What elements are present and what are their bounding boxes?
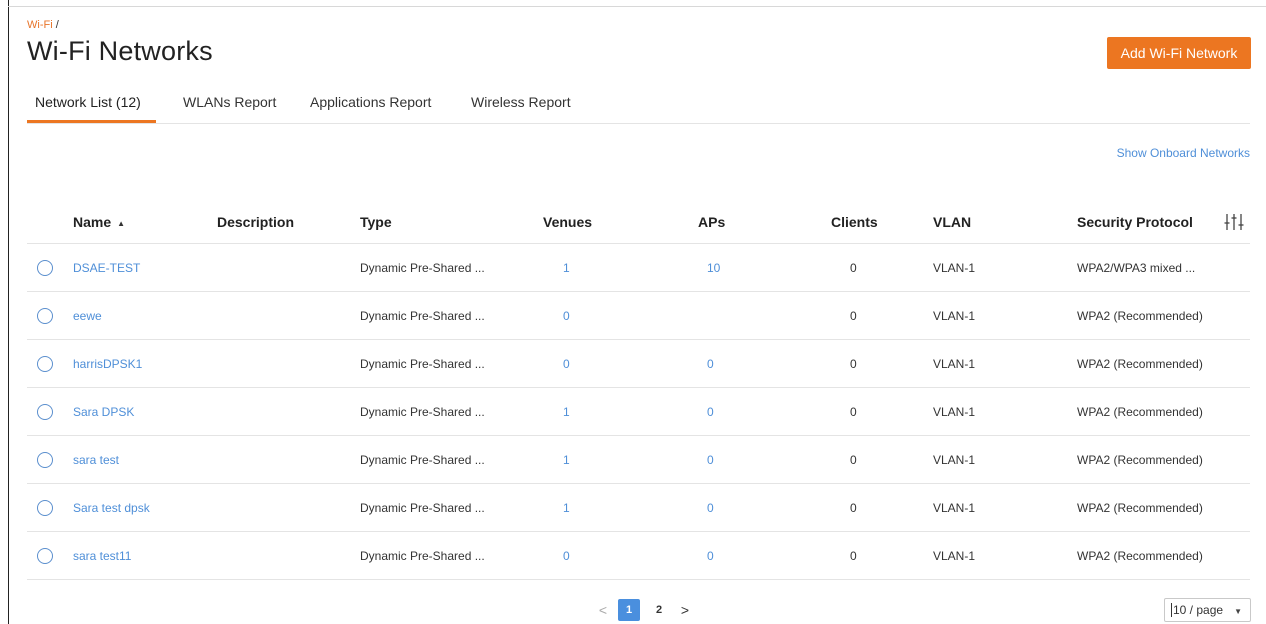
breadcrumb: Wi-Fi / xyxy=(27,19,59,31)
table-row[interactable]: sara test11 Dynamic Pre-Shared ... 0 0 0 VLAN… xyxy=(27,532,1250,580)
cell-clients: 0 xyxy=(850,261,857,275)
cell-venues[interactable]: 1 xyxy=(563,501,570,515)
cell-aps[interactable]: 0 xyxy=(707,453,714,467)
page-1-button[interactable]: 1 xyxy=(618,599,640,621)
cell-venues[interactable]: 1 xyxy=(563,453,570,467)
tab-wireless-report[interactable]: Wireless Report xyxy=(471,94,571,110)
cell-vlan: VLAN-1 xyxy=(933,405,976,419)
cell-type: Dynamic Pre-Shared ... xyxy=(360,357,485,371)
cell-name[interactable]: DSAE-TEST xyxy=(73,261,140,275)
previous-page-icon[interactable]: < xyxy=(596,602,610,618)
cell-venues[interactable]: 1 xyxy=(563,405,570,419)
column-settings-icon[interactable] xyxy=(1223,212,1245,232)
row-select-radio[interactable] xyxy=(37,260,53,276)
row-select-radio[interactable] xyxy=(37,452,53,468)
cell-clients: 0 xyxy=(850,549,857,563)
cell-clients: 0 xyxy=(850,357,857,371)
cell-vlan: VLAN-1 xyxy=(933,357,976,371)
row-select-radio[interactable] xyxy=(37,500,53,516)
cell-security-protocol: WPA2 (Recommended) xyxy=(1077,453,1203,467)
breadcrumb-wifi-link[interactable]: Wi-Fi xyxy=(27,19,53,31)
cell-name[interactable]: sara test xyxy=(73,453,119,467)
cell-aps[interactable]: 0 xyxy=(707,405,714,419)
cell-clients: 0 xyxy=(850,405,857,419)
cell-aps[interactable]: 0 xyxy=(707,549,714,563)
sort-ascending-icon[interactable]: ▲ xyxy=(117,219,125,228)
table-row[interactable]: eewe Dynamic Pre-Shared ... 0 0 VLAN-1 WPA2 (… xyxy=(27,292,1250,340)
table-row[interactable]: Sara test dpsk Dynamic Pre-Shared ... 1 0 0 V… xyxy=(27,484,1250,532)
cell-type: Dynamic Pre-Shared ... xyxy=(360,261,485,275)
cell-aps[interactable]: 10 xyxy=(707,261,720,275)
row-select-radio[interactable] xyxy=(37,308,53,324)
table-row[interactable]: sara test Dynamic Pre-Shared ... 1 0 0 VLAN-1… xyxy=(27,436,1250,484)
tab-network-list[interactable]: Network List (12) xyxy=(35,94,141,110)
cell-clients: 0 xyxy=(850,453,857,467)
cell-security-protocol: WPA2 (Recommended) xyxy=(1077,405,1203,419)
column-header-venues[interactable]: Venues xyxy=(543,214,592,230)
active-tab-indicator xyxy=(27,120,156,123)
cell-name[interactable]: eewe xyxy=(73,309,102,323)
tab-applications-report[interactable]: Applications Report xyxy=(310,94,431,110)
cell-type: Dynamic Pre-Shared ... xyxy=(360,309,485,323)
cell-vlan: VLAN-1 xyxy=(933,453,976,467)
breadcrumb-separator: / xyxy=(52,19,59,31)
window-left-border xyxy=(8,0,9,624)
next-page-icon[interactable]: > xyxy=(678,602,692,618)
page-size-select[interactable]: 10 / page ▼ xyxy=(1164,598,1251,622)
row-select-radio[interactable] xyxy=(37,356,53,372)
table-row[interactable]: DSAE-TEST Dynamic Pre-Shared ... 1 10 0 VLAN-… xyxy=(27,244,1250,292)
column-header-security-protocol[interactable]: Security Protocol xyxy=(1077,214,1193,230)
column-header-name[interactable]: Name ▲ xyxy=(73,214,125,230)
page-2-button[interactable]: 2 xyxy=(648,599,670,621)
page-size-value: 10 / page xyxy=(1173,603,1224,617)
cell-name[interactable]: Sara test dpsk xyxy=(73,501,150,515)
cell-type: Dynamic Pre-Shared ... xyxy=(360,453,485,467)
chevron-down-icon: ▼ xyxy=(1234,607,1242,616)
row-select-radio[interactable] xyxy=(37,548,53,564)
cell-security-protocol: WPA2/WPA3 mixed ... xyxy=(1077,261,1196,275)
cell-security-protocol: WPA2 (Recommended) xyxy=(1077,357,1203,371)
cell-venues[interactable]: 1 xyxy=(563,261,570,275)
cell-vlan: VLAN-1 xyxy=(933,309,976,323)
column-header-vlan[interactable]: VLAN xyxy=(933,214,971,230)
cell-type: Dynamic Pre-Shared ... xyxy=(360,405,485,419)
show-onboard-networks-link[interactable]: Show Onboard Networks xyxy=(1117,146,1250,160)
cell-type: Dynamic Pre-Shared ... xyxy=(360,501,485,515)
pagination: < 1 2 > xyxy=(596,599,692,621)
cell-name[interactable]: sara test11 xyxy=(73,549,131,563)
cell-security-protocol: WPA2 (Recommended) xyxy=(1077,309,1203,323)
cell-type: Dynamic Pre-Shared ... xyxy=(360,549,485,563)
text-cursor xyxy=(1171,603,1172,617)
window-top-border xyxy=(8,6,1266,7)
table-row[interactable]: Sara DPSK Dynamic Pre-Shared ... 1 0 0 VLAN-1… xyxy=(27,388,1250,436)
table-header: Name ▲ Description Type Venues APs Client… xyxy=(27,200,1250,244)
cell-aps[interactable]: 0 xyxy=(707,357,714,371)
cell-name[interactable]: harrisDPSK1 xyxy=(73,357,142,371)
add-wifi-network-button[interactable]: Add Wi-Fi Network xyxy=(1107,37,1251,69)
column-header-type[interactable]: Type xyxy=(360,214,392,230)
column-header-clients[interactable]: Clients xyxy=(831,214,878,230)
row-select-radio[interactable] xyxy=(37,404,53,420)
page-title: Wi-Fi Networks xyxy=(27,36,213,66)
column-header-aps[interactable]: APs xyxy=(698,214,725,230)
cell-clients: 0 xyxy=(850,501,857,515)
cell-security-protocol: WPA2 (Recommended) xyxy=(1077,549,1203,563)
cell-venues[interactable]: 0 xyxy=(563,357,570,371)
cell-vlan: VLAN-1 xyxy=(933,261,976,275)
cell-security-protocol: WPA2 (Recommended) xyxy=(1077,501,1203,515)
tab-bar: Network List (12) WLANs Report Applicati… xyxy=(27,86,1250,124)
cell-vlan: VLAN-1 xyxy=(933,501,976,515)
table-row[interactable]: harrisDPSK1 Dynamic Pre-Shared ... 0 0 0 VLAN… xyxy=(27,340,1250,388)
cell-venues[interactable]: 0 xyxy=(563,549,570,563)
cell-venues[interactable]: 0 xyxy=(563,309,570,323)
cell-clients: 0 xyxy=(850,309,857,323)
column-header-description[interactable]: Description xyxy=(217,214,294,230)
cell-name[interactable]: Sara DPSK xyxy=(73,405,134,419)
cell-vlan: VLAN-1 xyxy=(933,549,976,563)
cell-aps[interactable]: 0 xyxy=(707,501,714,515)
tab-wlans-report[interactable]: WLANs Report xyxy=(183,94,276,110)
